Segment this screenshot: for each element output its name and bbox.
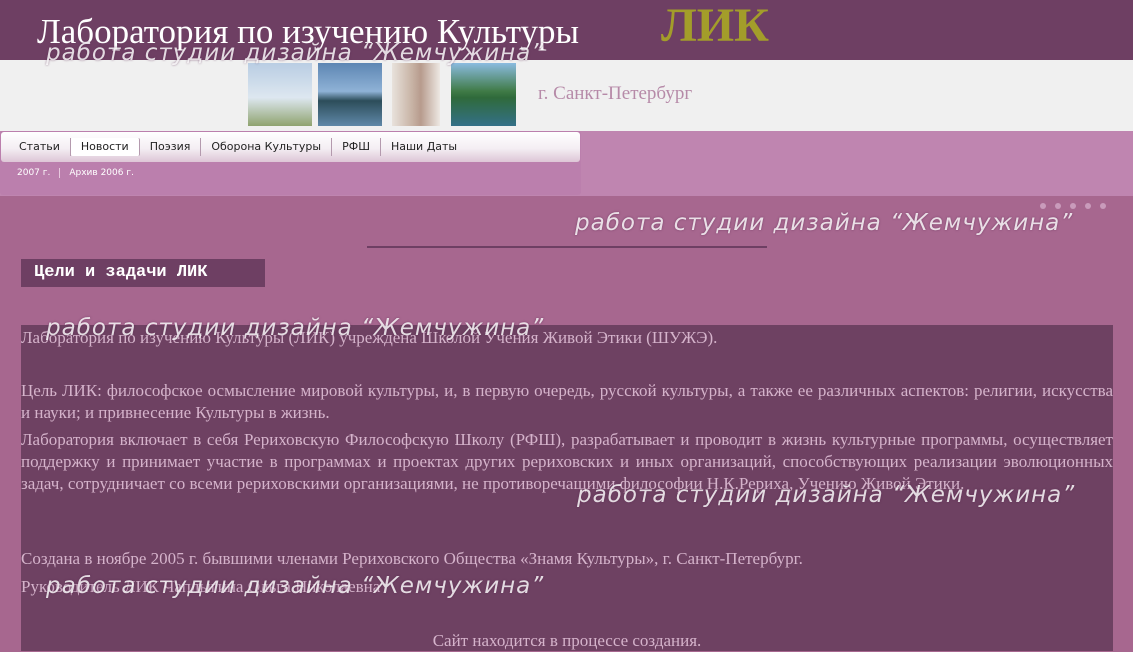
watermark: работа студии дизайна “Жемчужина” <box>46 40 545 66</box>
main-menu: Статьи Новости Поэзия Оборона Культуры Р… <box>1 132 580 162</box>
dot-icon <box>1040 203 1046 209</box>
divider-line <box>367 246 767 248</box>
content-paragraph: Цель ЛИК: философское осмысление мировой… <box>21 381 1113 422</box>
menu-item-rfsh[interactable]: РФШ <box>332 138 381 156</box>
menu-item-articles[interactable]: Статьи <box>9 138 71 156</box>
church-photo <box>248 63 312 126</box>
submenu-item-archive-2006[interactable]: Архив 2006 г. <box>60 168 143 178</box>
memorial-plaque-photo <box>392 63 440 126</box>
submenu-item-2007[interactable]: 2007 г. <box>8 168 61 178</box>
city-label: г. Санкт-Петербург <box>538 83 693 104</box>
menu-item-culture-defense[interactable]: Оборона Культуры <box>201 138 333 156</box>
watermark: работа студии дизайна “Жемчужина” <box>46 315 545 341</box>
status-notice: Сайт находится в процессе создания. <box>432 631 702 650</box>
dot-icon <box>1055 203 1061 209</box>
content-paragraph: Создана в ноябре 2005 г. бывшими членами… <box>21 549 803 568</box>
menu-item-our-dates[interactable]: Наши Даты <box>381 138 467 156</box>
decorative-dots <box>1040 203 1106 209</box>
dot-icon <box>1100 203 1106 209</box>
sub-menu: 2007 г. Архив 2006 г. <box>8 168 143 178</box>
brand-logo-text: ЛИК <box>661 0 769 52</box>
watermark: работа студии дизайна “Жемчужина” <box>46 573 545 599</box>
dot-icon <box>1070 203 1076 209</box>
menu-item-news[interactable]: Новости <box>70 138 140 156</box>
dot-icon <box>1085 203 1091 209</box>
forest-lake-photo <box>451 63 516 126</box>
lake-photo <box>318 63 382 126</box>
menu-item-poetry[interactable]: Поэзия <box>140 138 202 156</box>
watermark: работа студии дизайна “Жемчужина” <box>575 210 1074 236</box>
watermark: работа студии дизайна “Жемчужина” <box>577 482 1076 508</box>
section-title: Цели и задачи ЛИК <box>21 259 265 287</box>
